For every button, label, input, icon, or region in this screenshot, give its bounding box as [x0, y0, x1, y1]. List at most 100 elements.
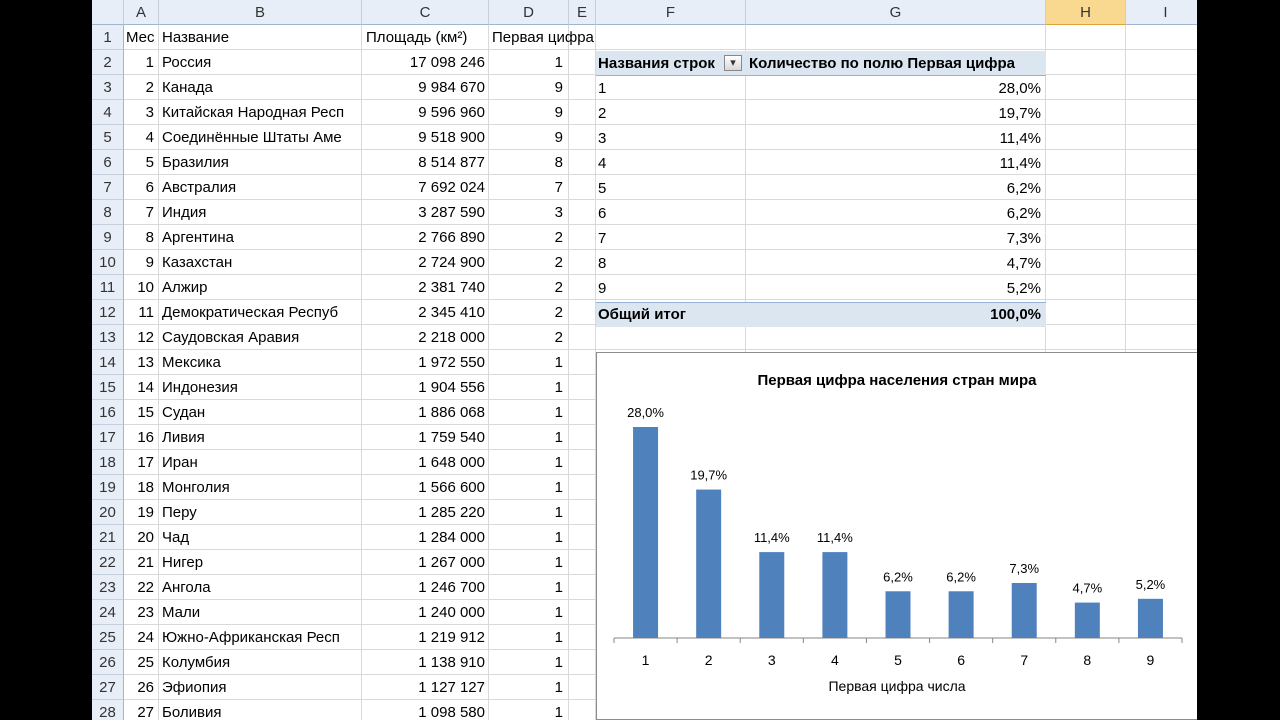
cell-place[interactable]: 18	[124, 475, 154, 500]
column-header-c[interactable]: C	[362, 0, 489, 25]
pivot-row-value[interactable]: 7,3%	[892, 226, 1041, 251]
cell-place[interactable]: 7	[124, 200, 154, 225]
cell-place[interactable]: 9	[124, 250, 154, 275]
row-header[interactable]: 7	[92, 175, 124, 200]
cell-country-name[interactable]: Ангола	[162, 575, 360, 600]
column-header-h[interactable]: H	[1046, 0, 1126, 25]
cell-country-name[interactable]: Алжир	[162, 275, 360, 300]
cell-area[interactable]: 7 692 024	[362, 175, 485, 200]
cell-area[interactable]: 1 284 000	[362, 525, 485, 550]
cell-place[interactable]: 22	[124, 575, 154, 600]
row-header[interactable]: 26	[92, 650, 124, 675]
cell-place[interactable]: 16	[124, 425, 154, 450]
cell-place[interactable]: 3	[124, 100, 154, 125]
header-cell-first-digit[interactable]: Первая цифра	[492, 25, 602, 50]
cell-first-digit[interactable]: 1	[489, 50, 563, 75]
cell-country-name[interactable]: Индия	[162, 200, 360, 225]
cell-area[interactable]: 1 904 556	[362, 375, 485, 400]
pivot-row-label[interactable]: 8	[598, 251, 738, 276]
select-all-corner[interactable]	[92, 0, 124, 25]
pivot-row-value[interactable]: 11,4%	[892, 151, 1041, 176]
chart-bar-6[interactable]	[948, 591, 974, 638]
cell-first-digit[interactable]: 9	[489, 75, 563, 100]
row-header[interactable]: 8	[92, 200, 124, 225]
pivot-row-label[interactable]: 6	[598, 201, 738, 226]
row-header[interactable]: 25	[92, 625, 124, 650]
cell-country-name[interactable]: Аргентина	[162, 225, 360, 250]
cell-area[interactable]: 9 596 960	[362, 100, 485, 125]
pivot-row-label[interactable]: 9	[598, 276, 738, 301]
cell-place[interactable]: 14	[124, 375, 154, 400]
cell-first-digit[interactable]: 1	[489, 650, 563, 675]
cell-area[interactable]: 2 345 410	[362, 300, 485, 325]
row-header[interactable]: 4	[92, 100, 124, 125]
row-header[interactable]: 5	[92, 125, 124, 150]
cell-area[interactable]: 1 246 700	[362, 575, 485, 600]
row-header[interactable]: 13	[92, 325, 124, 350]
cell-area[interactable]: 9 518 900	[362, 125, 485, 150]
pivot-row-label[interactable]: 7	[598, 226, 738, 251]
row-header[interactable]: 22	[92, 550, 124, 575]
row-header[interactable]: 19	[92, 475, 124, 500]
cell-place[interactable]: 15	[124, 400, 154, 425]
cell-place[interactable]: 8	[124, 225, 154, 250]
cell-area[interactable]: 1 972 550	[362, 350, 485, 375]
pivot-row-label[interactable]: 4	[598, 151, 738, 176]
cell-country-name[interactable]: Казахстан	[162, 250, 360, 275]
cell-area[interactable]: 2 218 000	[362, 325, 485, 350]
cell-place[interactable]: 21	[124, 550, 154, 575]
pivot-row-value[interactable]: 6,2%	[892, 176, 1041, 201]
row-header[interactable]: 12	[92, 300, 124, 325]
cell-area[interactable]: 1 886 068	[362, 400, 485, 425]
cell-first-digit[interactable]: 2	[489, 275, 563, 300]
cell-first-digit[interactable]: 2	[489, 300, 563, 325]
row-header[interactable]: 20	[92, 500, 124, 525]
cell-area[interactable]: 2 724 900	[362, 250, 485, 275]
cell-country-name[interactable]: Ливия	[162, 425, 360, 450]
chart-bar-2[interactable]	[696, 489, 722, 638]
pivot-row-header[interactable]: Названия строк	[598, 51, 724, 76]
column-header-f[interactable]: F	[596, 0, 746, 25]
row-header[interactable]: 28	[92, 700, 124, 720]
cell-country-name[interactable]: Иран	[162, 450, 360, 475]
cell-place[interactable]: 2	[124, 75, 154, 100]
pivot-row-value[interactable]: 5,2%	[892, 276, 1041, 301]
pivot-value-header[interactable]: Количество по полю Первая цифра	[749, 51, 1039, 76]
cell-place[interactable]: 10	[124, 275, 154, 300]
cell-area[interactable]: 1 267 000	[362, 550, 485, 575]
cell-country-name[interactable]: Мексика	[162, 350, 360, 375]
cell-country-name[interactable]: Россия	[162, 50, 360, 75]
cell-place[interactable]: 6	[124, 175, 154, 200]
column-header-d[interactable]: D	[489, 0, 569, 25]
pivot-row-value[interactable]: 4,7%	[892, 251, 1041, 276]
row-header[interactable]: 14	[92, 350, 124, 375]
cell-country-name[interactable]: Саудовская Аравия	[162, 325, 360, 350]
pivot-row-label[interactable]: 1	[598, 76, 738, 101]
cell-place[interactable]: 24	[124, 625, 154, 650]
cell-country-name[interactable]: Перу	[162, 500, 360, 525]
cell-country-name[interactable]: Китайская Народная Респ	[162, 100, 360, 125]
cell-first-digit[interactable]: 1	[489, 500, 563, 525]
cell-area[interactable]: 8 514 877	[362, 150, 485, 175]
cell-country-name[interactable]: Боливия	[162, 700, 360, 720]
cell-first-digit[interactable]: 1	[489, 675, 563, 700]
cell-place[interactable]: 20	[124, 525, 154, 550]
cell-first-digit[interactable]: 1	[489, 475, 563, 500]
cell-first-digit[interactable]: 1	[489, 700, 563, 720]
cell-first-digit[interactable]: 1	[489, 375, 563, 400]
cell-area[interactable]: 1 240 000	[362, 600, 485, 625]
cell-first-digit[interactable]: 2	[489, 325, 563, 350]
cell-place[interactable]: 12	[124, 325, 154, 350]
cell-area[interactable]: 1 098 580	[362, 700, 485, 720]
cell-place[interactable]: 23	[124, 600, 154, 625]
cell-place[interactable]: 27	[124, 700, 154, 720]
column-header-a[interactable]: A	[124, 0, 159, 25]
row-header[interactable]: 15	[92, 375, 124, 400]
cell-first-digit[interactable]: 3	[489, 200, 563, 225]
cell-place[interactable]: 1	[124, 50, 154, 75]
pivot-row-value[interactable]: 11,4%	[892, 126, 1041, 151]
column-header-g[interactable]: G	[746, 0, 1046, 25]
cell-area[interactable]: 1 219 912	[362, 625, 485, 650]
pivot-row-value[interactable]: 19,7%	[892, 101, 1041, 126]
row-header[interactable]: 6	[92, 150, 124, 175]
